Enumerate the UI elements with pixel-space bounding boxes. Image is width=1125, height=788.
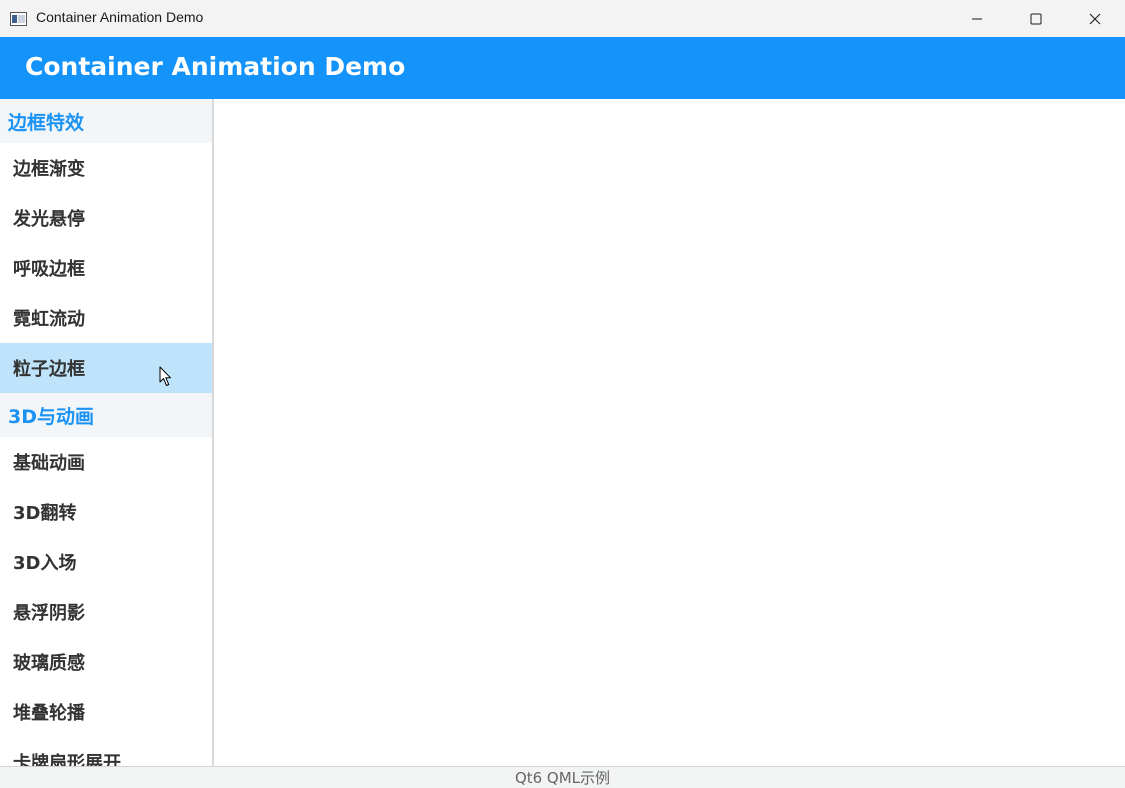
content-area [214, 99, 1125, 766]
sidebar-item-border-gradient[interactable]: 边框渐变 [0, 143, 212, 193]
close-icon [1089, 13, 1101, 25]
sidebar-item-particle-border[interactable]: 粒子边框 [0, 343, 212, 393]
window-title: Container Animation Demo [36, 9, 204, 25]
mouse-cursor-icon [159, 366, 173, 387]
sidebar-item-3d-entrance[interactable]: 3D入场 [0, 537, 212, 587]
status-bar: Qt6 QML示例 [0, 766, 1125, 788]
section-header-3d-animation: 3D与动画 [0, 393, 212, 437]
sidebar-item-glow-hover[interactable]: 发光悬停 [0, 193, 212, 243]
maximize-icon [1030, 13, 1042, 25]
minimize-icon [971, 13, 983, 25]
sidebar-item-glass-texture[interactable]: 玻璃质感 [0, 637, 212, 687]
close-button[interactable] [1066, 0, 1124, 37]
app-window-icon [10, 11, 27, 26]
sidebar-item-3d-flip[interactable]: 3D翻转 [0, 487, 212, 537]
status-text: Qt6 QML示例 [514, 769, 611, 787]
title-bar: Container Animation Demo [0, 0, 1125, 37]
sidebar[interactable]: 边框特效 边框渐变 发光悬停 呼吸边框 霓虹流动 粒子边框 3D与动画 基础动画… [0, 99, 212, 766]
sidebar-item-neon-flow[interactable]: 霓虹流动 [0, 293, 212, 343]
sidebar-item-hover-shadow[interactable]: 悬浮阴影 [0, 587, 212, 637]
minimize-button[interactable] [948, 0, 1006, 37]
app-header: Container Animation Demo [0, 37, 1125, 99]
sidebar-item-stacked-carousel[interactable]: 堆叠轮播 [0, 687, 212, 737]
header-title: Container Animation Demo [25, 52, 406, 81]
sidebar-item-card-fan[interactable]: 卡牌扇形展开 [0, 737, 212, 766]
maximize-button[interactable] [1007, 0, 1065, 37]
section-header-border-effects: 边框特效 [0, 99, 212, 143]
sidebar-item-basic-animation[interactable]: 基础动画 [0, 437, 212, 487]
sidebar-item-breathing-border[interactable]: 呼吸边框 [0, 243, 212, 293]
